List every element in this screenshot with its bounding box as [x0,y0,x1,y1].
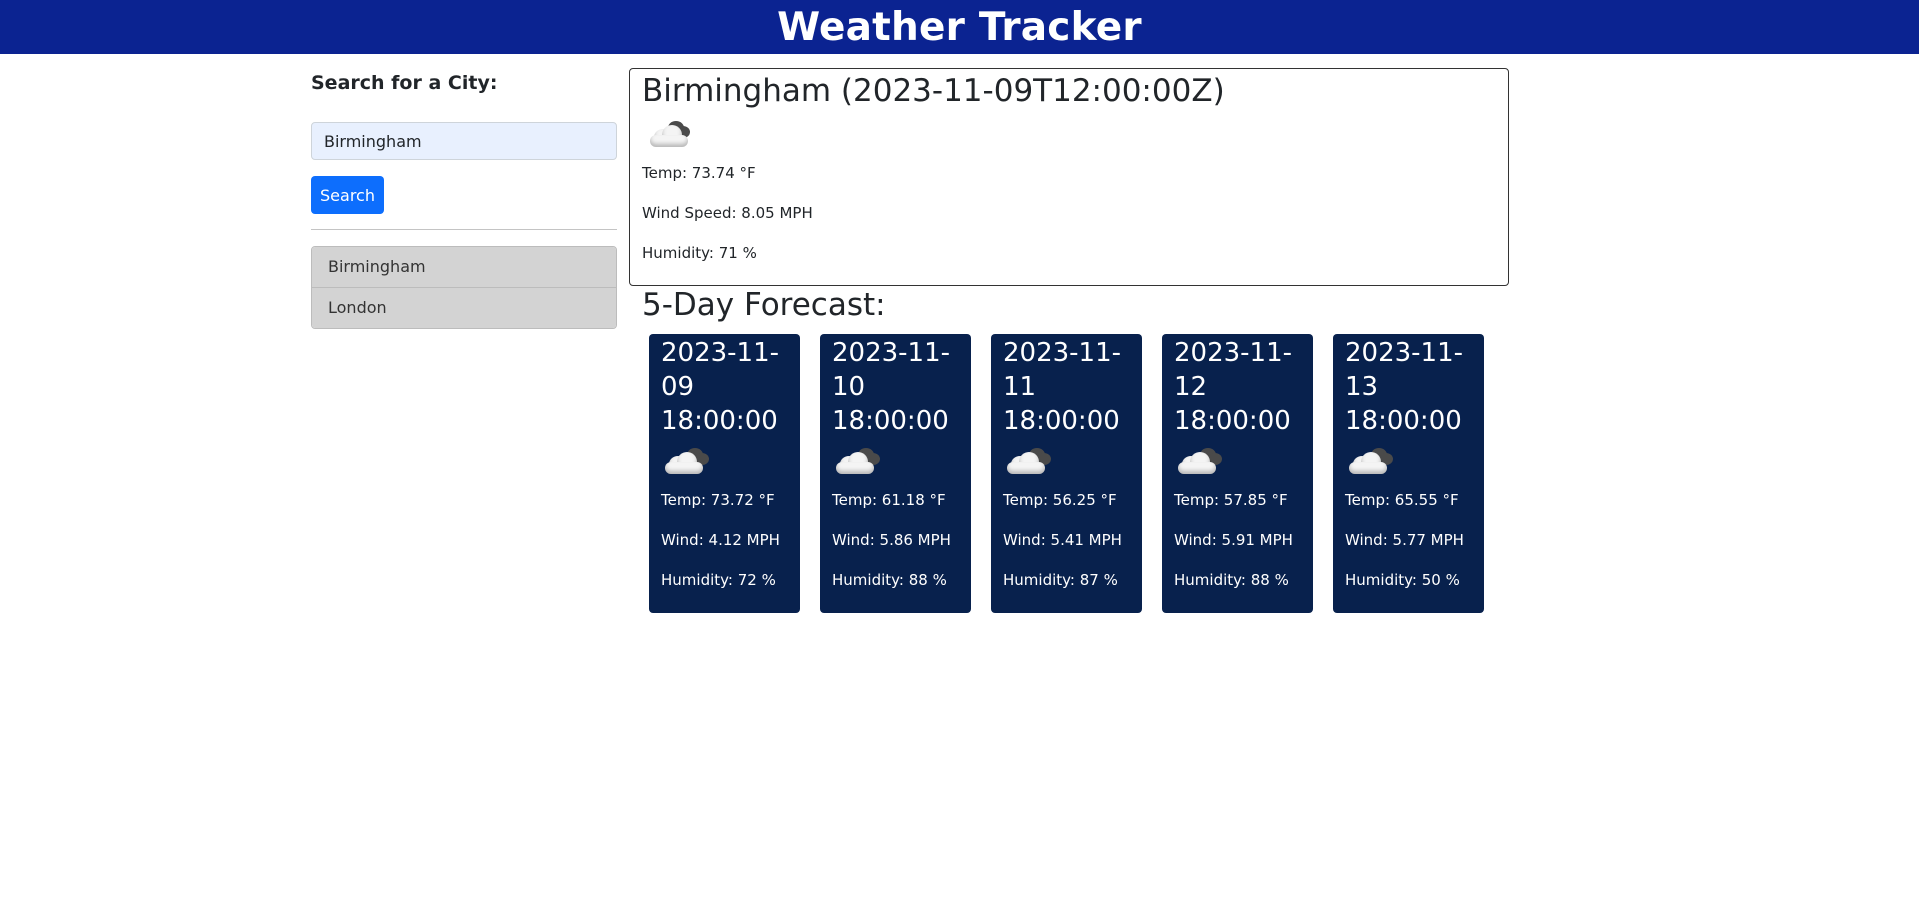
forecast-temp: Temp: 57.85 °F [1174,491,1288,509]
search-label: Search for a City: [311,72,498,94]
forecast-card: 2023-11-11 18:00:00 Temp: 56.25 °F Wind:… [991,334,1142,613]
forecast-date: 2023-11-13 18:00:00 [1345,338,1464,436]
forecast-card: 2023-11-09 18:00:00 Temp: 73.72 °F Wind:… [649,334,800,613]
forecast-humidity: Humidity: 88 % [1174,571,1289,589]
forecast-humidity: Humidity: 50 % [1345,571,1460,589]
forecast-humidity: Humidity: 72 % [661,571,776,589]
forecast-wind: Wind: 5.86 MPH [832,531,951,549]
forecast-date: 2023-11-10 18:00:00 [832,338,951,436]
cloud-icon [834,444,884,480]
current-wind: Wind Speed: 8.05 MPH [642,204,813,222]
divider [311,229,617,230]
current-humidity: Humidity: 71 % [642,244,757,262]
forecast-temp: Temp: 73.72 °F [661,491,775,509]
forecast-wind: Wind: 4.12 MPH [661,531,780,549]
forecast-wind: Wind: 5.41 MPH [1003,531,1122,549]
forecast-wind: Wind: 5.77 MPH [1345,531,1464,549]
forecast-cards: 2023-11-09 18:00:00 Temp: 73.72 °F Wind:… [649,334,1484,613]
forecast-humidity: Humidity: 87 % [1003,571,1118,589]
forecast-card: 2023-11-13 18:00:00 Temp: 65.55 °F Wind:… [1333,334,1484,613]
search-sidebar: Search for a City: Search Birmingham Lon… [311,68,617,329]
forecast-wind: Wind: 5.91 MPH [1174,531,1293,549]
app-title: Weather Tracker [777,4,1142,50]
forecast-date: 2023-11-11 18:00:00 [1003,338,1122,436]
forecast-humidity: Humidity: 88 % [832,571,947,589]
cloud-icon [646,117,696,153]
current-temp: Temp: 73.74 °F [642,164,756,182]
cloud-icon [1176,444,1226,480]
forecast-temp: Temp: 56.25 °F [1003,491,1117,509]
current-weather-panel: Birmingham (2023-11-09T12:00:00Z) Temp: … [629,68,1509,286]
city-search-input[interactable] [311,122,617,160]
forecast-card: 2023-11-12 18:00:00 Temp: 57.85 °F Wind:… [1162,334,1313,613]
history-item-birmingham[interactable]: Birmingham [312,247,616,287]
forecast-date: 2023-11-12 18:00:00 [1174,338,1293,436]
cloud-icon [1347,444,1397,480]
search-button[interactable]: Search [311,176,384,214]
app-header: Weather Tracker [0,0,1919,54]
forecast-temp: Temp: 65.55 °F [1345,491,1459,509]
history-item-london[interactable]: London [312,287,616,328]
cloud-icon [663,444,713,480]
forecast-card: 2023-11-10 18:00:00 Temp: 61.18 °F Wind:… [820,334,971,613]
forecast-temp: Temp: 61.18 °F [832,491,946,509]
main-layout: Search for a City: Search Birmingham Lon… [0,54,1919,921]
current-city-title: Birmingham (2023-11-09T12:00:00Z) [642,73,1225,109]
cloud-icon [1005,444,1055,480]
forecast-title: 5-Day Forecast: [642,287,886,323]
forecast-date: 2023-11-09 18:00:00 [661,338,780,436]
search-history-list: Birmingham London [311,246,617,329]
